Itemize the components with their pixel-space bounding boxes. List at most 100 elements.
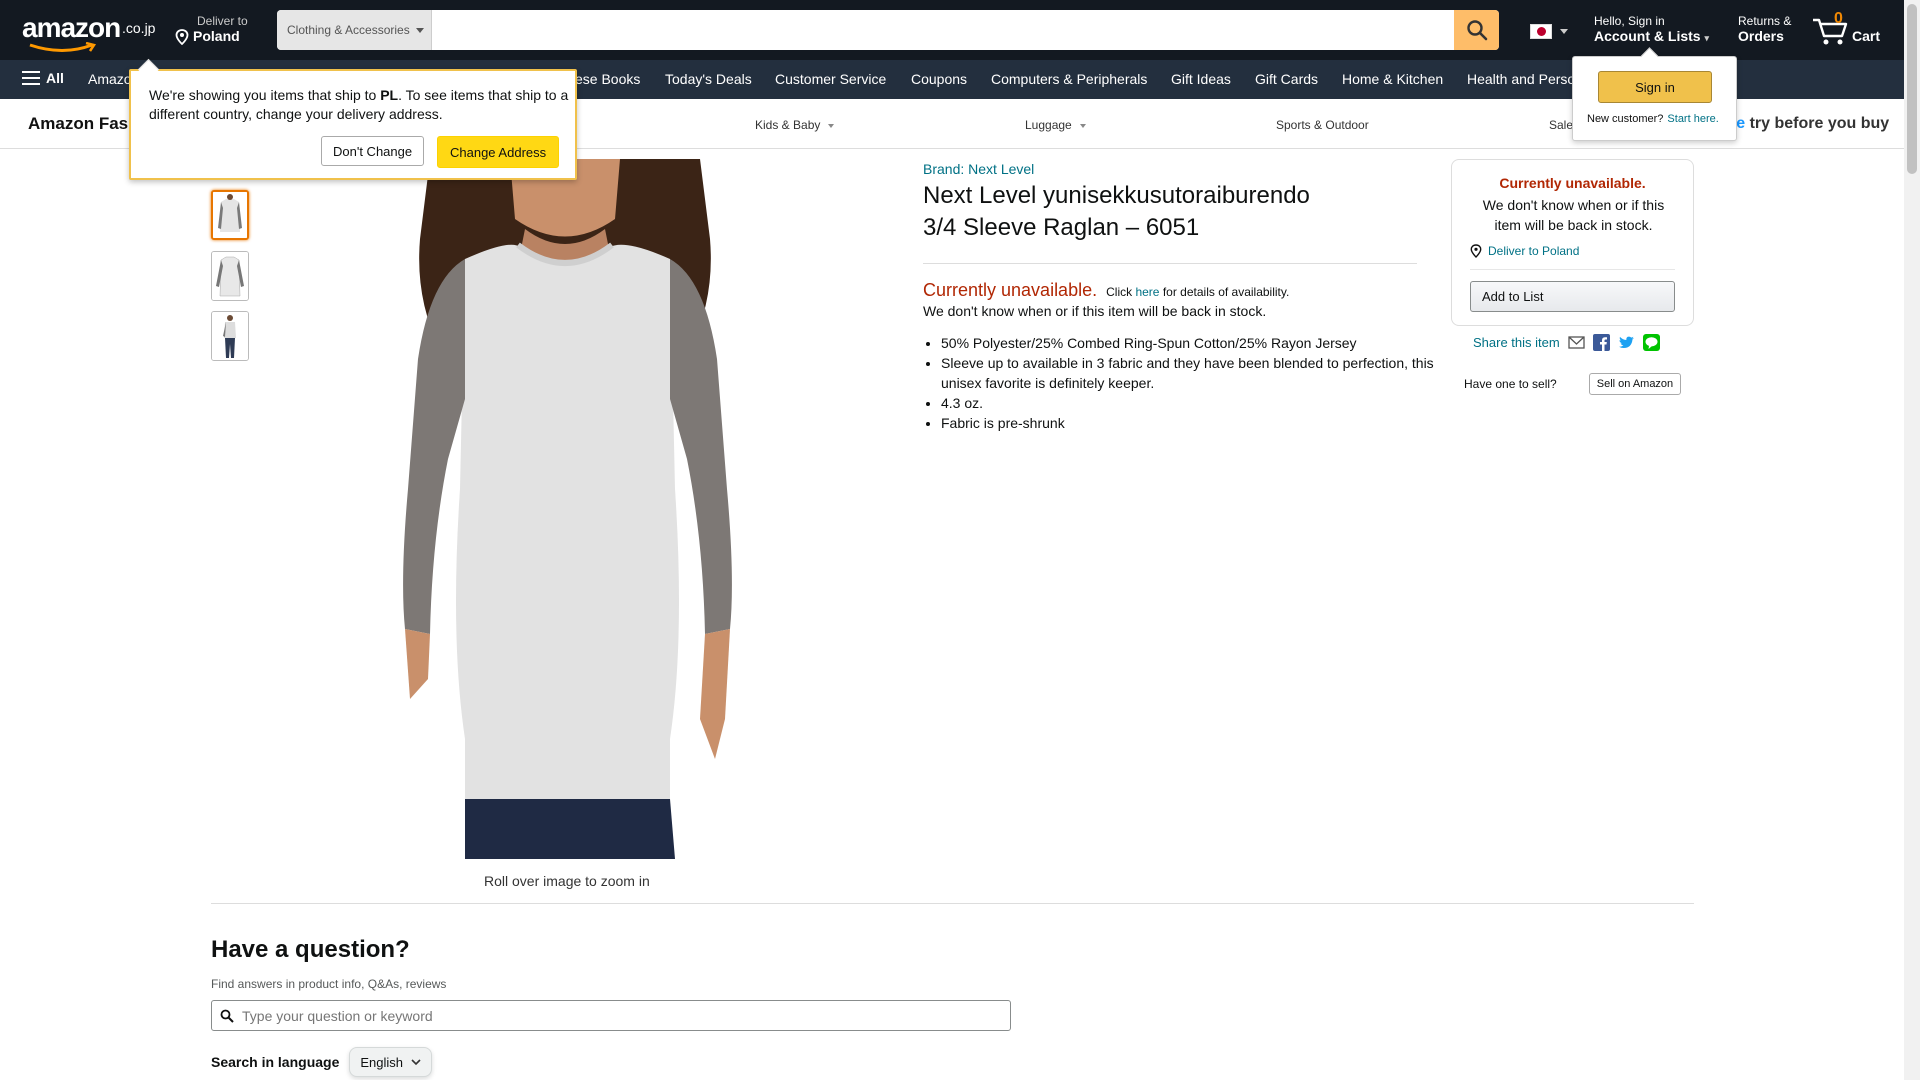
availability-details: Click here for details of availability. (1106, 285, 1289, 299)
signin-flyout: Sign in New customer? Start here. (1572, 56, 1737, 141)
sell-row: Have one to sell? Sell on Amazon (1464, 373, 1682, 395)
brand-link[interactable]: Brand: Next Level (923, 161, 1034, 177)
click-post: for details of availability. (1162, 285, 1290, 299)
thumbnail-image (212, 312, 248, 360)
availability-status: Currently unavailable. Click here for de… (923, 280, 1289, 301)
here-link[interactable]: here (1135, 285, 1159, 299)
japan-flag-icon (1530, 24, 1552, 39)
nav-item-todays-deals[interactable]: Today's Deals (665, 71, 752, 87)
deliver-to[interactable]: Deliver to Poland (175, 14, 248, 45)
buybox-message: We don't know when or if this item will … (1482, 197, 1665, 233)
account-line2-text: Account & Lists (1594, 28, 1701, 44)
returns-line1: Returns & (1738, 14, 1792, 28)
thumbnail-image (212, 252, 248, 300)
sign-in-button[interactable]: Sign in (1598, 71, 1712, 103)
subnav-sale[interactable]: Sale (1549, 118, 1573, 132)
page-scrollbar[interactable] (1904, 0, 1920, 1080)
availability-text: Currently unavailable. (923, 280, 1098, 300)
nav-item-customer-service[interactable]: Customer Service (775, 71, 886, 87)
click-pre: Click (1106, 285, 1133, 299)
promo-text: try before you buy (1745, 115, 1890, 132)
email-icon[interactable] (1568, 334, 1585, 351)
thumbnail-3[interactable] (211, 311, 249, 361)
feature-bullet: Fabric is pre-shrunk (941, 413, 1435, 433)
chevron-down-icon (828, 123, 835, 128)
nav-item-gift-cards[interactable]: Gift Cards (1255, 71, 1318, 87)
new-customer-label: New customer? (1587, 113, 1664, 125)
nav-item-english-books[interactable]: ese Books (575, 71, 640, 87)
cart-label: Cart (1852, 28, 1881, 44)
all-label: All (46, 70, 64, 86)
zoom-hint: Roll over image to zoom in (484, 873, 650, 889)
sell-on-amazon-button[interactable]: Sell on Amazon (1588, 373, 1682, 395)
nav-item-home-kitchen[interactable]: Home & Kitchen (1342, 71, 1443, 87)
add-to-list-button[interactable]: Add to List (1470, 281, 1675, 312)
twitter-icon[interactable] (1618, 334, 1635, 351)
search-category-label: Clothing & Accessories (287, 23, 410, 37)
top-nav: amazon .co.jp Deliver to Poland Clothing… (0, 0, 1904, 60)
smile-icon (29, 42, 97, 52)
divider (923, 263, 1417, 264)
language-selector[interactable] (1530, 24, 1568, 39)
facebook-icon[interactable] (1592, 334, 1610, 351)
thumbnail-1[interactable] (211, 190, 249, 240)
popover-message: We're showing you items that ship to PL.… (149, 86, 569, 124)
returns-orders[interactable]: Returns & Orders (1738, 14, 1791, 44)
all-menu-button[interactable]: All (22, 70, 64, 86)
language-label: Search in language (211, 1054, 340, 1070)
dont-change-button[interactable]: Don't Change (321, 136, 425, 166)
have-one-label: Have one to sell? (1464, 377, 1557, 391)
search-bar: Clothing & Accessories (277, 10, 1499, 50)
subnav-sports-outdoor[interactable]: Sports & Outdoor (1276, 118, 1369, 132)
start-here-link[interactable]: Start here. (1667, 113, 1718, 125)
feature-bullet: 50% Polyester/25% Combed Ring-Spun Cotto… (941, 333, 1435, 353)
search-button[interactable] (1454, 10, 1499, 50)
thumbnail-2[interactable] (211, 251, 249, 301)
account-line2: Account & Lists ▾ (1594, 28, 1709, 44)
question-subheading: Find answers in product info, Q&As, revi… (211, 977, 447, 991)
subnav-luggage[interactable]: Luggage (1025, 118, 1086, 132)
cart-button[interactable]: 0 Cart (1812, 10, 1892, 50)
subnav-luggage-label: Luggage (1025, 118, 1072, 132)
language-value: English (360, 1054, 404, 1070)
feature-bullets: 50% Polyester/25% Combed Ring-Spun Cotto… (923, 333, 1435, 433)
buybox-unavailable: Currently unavailable. (1499, 175, 1646, 191)
feature-bullet: Sleeve up to available in 3 fabric and t… (941, 353, 1435, 393)
scrollbar-thumb[interactable] (1907, 4, 1917, 174)
new-customer-text: New customer? Start here. (1587, 113, 1719, 125)
thumbnail-image (213, 192, 247, 238)
nav-item-gift-ideas[interactable]: Gift Ideas (1171, 71, 1231, 87)
nav-item-computers[interactable]: Computers & Peripherals (991, 71, 1147, 87)
line-icon[interactable] (1642, 334, 1660, 351)
divider (211, 903, 1694, 904)
nav-item-amazon[interactable]: Amazo (88, 71, 132, 87)
amazon-logo[interactable]: amazon .co.jp (20, 12, 155, 52)
prime-try-before-you-buy[interactable]: me try before you buy (1722, 115, 1889, 133)
search-input[interactable] (432, 10, 1454, 50)
subnav-kids-baby-label: Kids & Baby (755, 118, 821, 132)
location-pin-icon (175, 29, 189, 45)
chevron-down-icon: ▾ (1704, 33, 1709, 43)
cart-icon (1813, 18, 1848, 45)
search-icon (220, 1009, 234, 1023)
language-select[interactable]: English (349, 1047, 433, 1077)
product-main-image[interactable] (370, 159, 764, 859)
fashion-brand[interactable]: Amazon Fas (28, 114, 128, 134)
nav-item-coupons[interactable]: Coupons (911, 71, 967, 87)
share-label[interactable]: Share this item (1473, 335, 1560, 350)
language-row: Search in language English (211, 1047, 433, 1077)
deliver-to-poland-link[interactable]: Deliver to Poland (1470, 244, 1579, 258)
question-placeholder: Type your question or keyword (242, 1007, 433, 1024)
subnav-kids-baby[interactable]: Kids & Baby (755, 118, 835, 132)
delivery-popover: We're showing you items that ship to PL.… (129, 69, 577, 180)
account-lists[interactable]: Hello, Sign in Account & Lists ▾ (1594, 14, 1709, 44)
location-pin-icon (1470, 244, 1482, 258)
hamburger-icon (22, 71, 40, 85)
search-category-dropdown[interactable]: Clothing & Accessories (277, 10, 432, 50)
chevron-down-icon (411, 1058, 421, 1065)
returns-line2: Orders (1738, 28, 1784, 44)
cart-count: 0 (1834, 10, 1843, 27)
question-search-input[interactable]: Type your question or keyword (211, 1000, 1011, 1031)
change-address-button[interactable]: Change Address (437, 136, 560, 168)
deliver-line1: Deliver to (197, 14, 248, 28)
